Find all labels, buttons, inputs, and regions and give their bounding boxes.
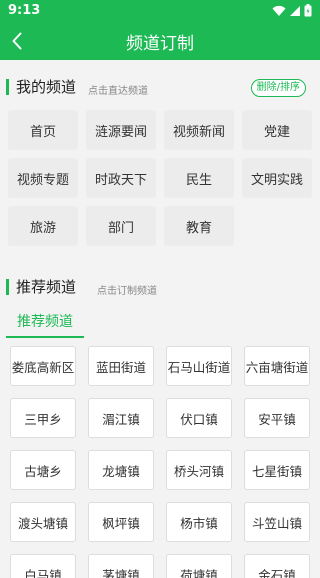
tab-recommended[interactable]: 推荐频道 — [6, 308, 84, 338]
recommended-tabs: 推荐频道 — [0, 308, 320, 338]
my-channel-item[interactable]: 教育 — [164, 206, 234, 246]
my-channel-item[interactable]: 涟源要闻 — [86, 110, 156, 150]
my-channel-item[interactable]: 旅游 — [8, 206, 78, 246]
my-channels-grid: 首页 涟源要闻 视频新闻 党建视频专题 时政天下 民生 文明实践旅游 部门 教育 — [8, 110, 312, 246]
battery-icon — [304, 4, 312, 17]
recommended-hint: 点击订制频道 — [97, 286, 157, 297]
my-channel-item[interactable]: 视频新闻 — [164, 110, 234, 150]
recommended-channel-item[interactable]: 枫坪镇 — [88, 502, 154, 542]
recommended-channel-item[interactable]: 古塘乡 — [10, 450, 76, 490]
recommended-channel-item[interactable]: 湄江镇 — [88, 398, 154, 438]
wifi-icon — [272, 5, 286, 16]
my-channels-title: 我的频道 — [16, 78, 77, 96]
my-channels-header: 我的频道 点击直达频道 删除/排序 — [0, 73, 320, 101]
recommended-channel-item[interactable]: 茅塘镇 — [88, 554, 154, 578]
page-title: 频道订制 — [126, 34, 194, 54]
recommended-header: 推荐频道 点击订制频道 — [0, 273, 320, 301]
recommended-grid: 娄底高新区 蓝田街道 石马山街道 六亩塘街道三甲乡 湄江镇 伏口镇 安平镇古塘乡 龙塘镇 桥头河… — [10, 346, 310, 578]
recommended-channel-item[interactable]: 杨市镇 — [166, 502, 232, 542]
recommended-channel-item[interactable]: 安平镇 — [244, 398, 310, 438]
recommended-channel-item[interactable]: 白马镇 — [10, 554, 76, 578]
my-channel-item[interactable]: 部门 — [86, 206, 156, 246]
recommended-title: 推荐频道 — [16, 278, 77, 296]
my-channels-hint: 点击直达频道 — [88, 86, 148, 97]
recommended-channel-item[interactable]: 七星街镇 — [244, 450, 310, 490]
recommended-channel-item[interactable]: 三甲乡 — [10, 398, 76, 438]
section-indicator — [6, 279, 9, 295]
recommended-channel-item[interactable]: 伏口镇 — [166, 398, 232, 438]
recommended-channel-item[interactable]: 金石镇 — [244, 554, 310, 578]
recommended-channel-item[interactable]: 龙塘镇 — [88, 450, 154, 490]
app-header: 9:13 频道订制 — [0, 0, 320, 60]
recommended-channel-item[interactable]: 桥头河镇 — [166, 450, 232, 490]
recommended-channel-item[interactable]: 斗笠山镇 — [244, 502, 310, 542]
my-channel-item[interactable]: 文明实践 — [242, 158, 312, 198]
section-indicator — [6, 79, 9, 95]
my-channel-item[interactable]: 首页 — [8, 110, 78, 150]
recommended-channel-item[interactable]: 渡头塘镇 — [10, 502, 76, 542]
delete-sort-button[interactable]: 删除/排序 — [250, 79, 306, 97]
my-channel-item[interactable]: 视频专题 — [8, 158, 78, 198]
status-icons — [272, 4, 312, 17]
my-channel-item[interactable]: 民生 — [164, 158, 234, 198]
status-bar: 9:13 — [0, 0, 320, 22]
my-channel-item[interactable]: 党建 — [242, 110, 312, 150]
signal-icon — [290, 5, 300, 16]
recommended-channel-item[interactable]: 荷塘镇 — [166, 554, 232, 578]
recommended-channel-item[interactable]: 石马山街道 — [166, 346, 232, 386]
status-time: 9:13 — [8, 3, 41, 18]
recommended-channel-item[interactable]: 娄底高新区 — [10, 346, 76, 386]
recommended-channel-item[interactable]: 蓝田街道 — [88, 346, 154, 386]
my-channel-item[interactable]: 时政天下 — [86, 158, 156, 198]
recommended-channel-item[interactable]: 六亩塘街道 — [244, 346, 310, 386]
